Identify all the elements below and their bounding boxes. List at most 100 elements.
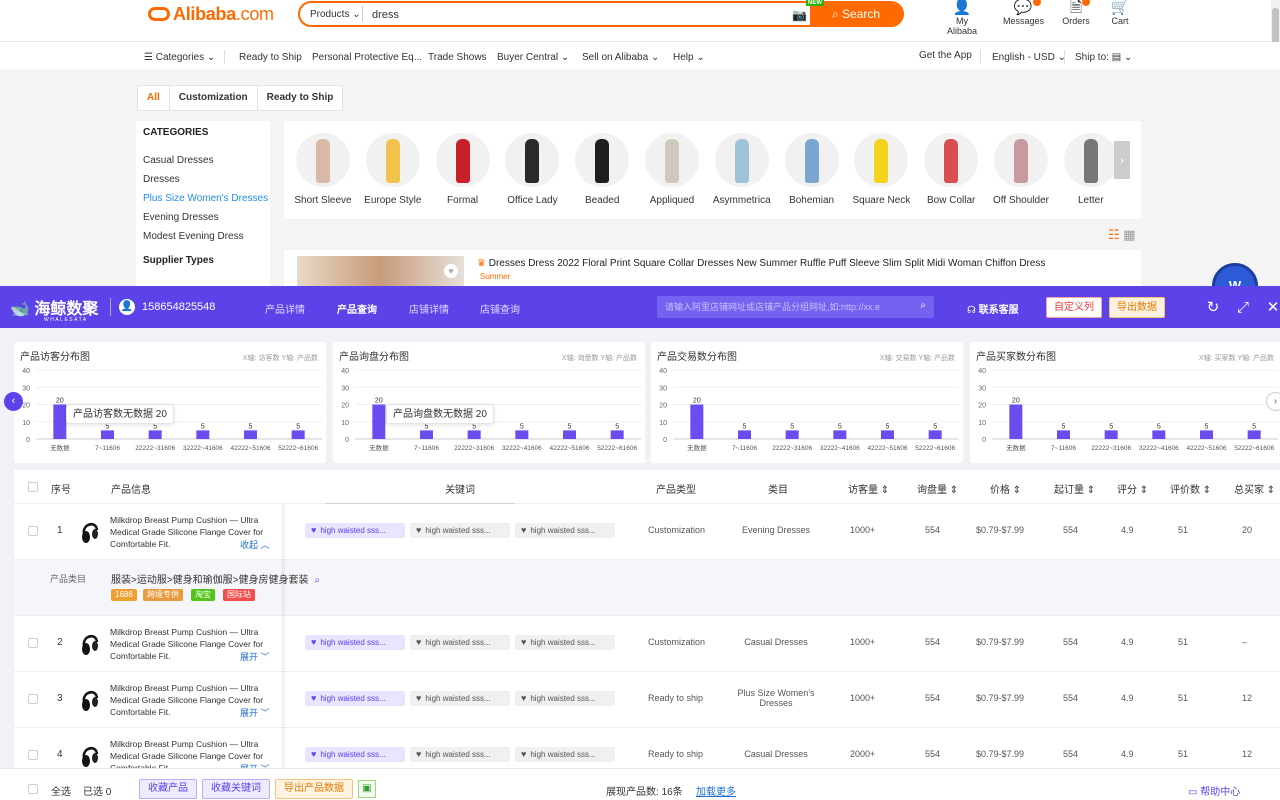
custom-columns-button[interactable]: 自定义列 (1046, 297, 1102, 318)
table-row[interactable]: 3 Milkdrop Breast Pump Cushion — Ultra Me… (14, 672, 1280, 728)
style-thumbnail[interactable] (505, 133, 560, 187)
nav-ppe[interactable]: Personal Protective Eq... (312, 52, 422, 63)
headphone-product-image[interactable] (80, 742, 100, 768)
carousel-next-button[interactable]: › (1114, 141, 1130, 179)
chart-bar[interactable] (563, 430, 576, 439)
style-thumbnail[interactable] (645, 133, 699, 187)
col-moq[interactable]: 起订量 ⇕ (1054, 481, 1095, 496)
row-checkbox[interactable] (28, 526, 38, 536)
table-row[interactable]: 1 Milkdrop Breast Pump Cushion — Ultra Me… (14, 504, 1280, 560)
keyword-chip[interactable]: ♥ high waisted sss... (515, 635, 615, 650)
tab-product-detail[interactable]: 产品详情 (265, 301, 305, 316)
keyword-chip[interactable]: ♥ high waisted sss... (410, 747, 510, 762)
keyword-chip[interactable]: ♥ high waisted sss... (305, 523, 405, 538)
style-item[interactable]: Asymmetrica (711, 133, 773, 206)
chart-bar[interactable] (610, 430, 624, 439)
col-rating[interactable]: 评分 ⇕ (1117, 481, 1148, 496)
chart-bar[interactable] (1009, 404, 1023, 440)
nav-trade-shows[interactable]: Trade Shows (428, 52, 487, 63)
style-item[interactable]: Bohemian (781, 133, 843, 206)
style-item[interactable]: Formal (432, 133, 494, 206)
chart-bar[interactable] (1200, 430, 1213, 439)
export-products-button[interactable]: 导出产品数据 (275, 779, 353, 799)
search-input[interactable] (372, 6, 782, 24)
product-title[interactable]: ♛ Dresses Dress 2022 Floral Print Square… (477, 258, 1045, 269)
favorite-products-button[interactable]: 收藏产品 (139, 779, 197, 799)
shop-url-input[interactable] (665, 300, 905, 314)
style-thumbnail[interactable] (784, 133, 839, 187)
style-thumbnail[interactable] (1063, 133, 1118, 187)
style-item[interactable]: Off Shoulder (990, 133, 1052, 206)
image-icon[interactable]: ▣ (358, 780, 376, 798)
keyword-chip[interactable]: ♥ high waisted sss... (305, 691, 405, 706)
style-item[interactable]: Appliqued (641, 133, 703, 206)
user-account[interactable]: 158654825548 (142, 301, 215, 313)
style-thumbnail[interactable] (296, 133, 350, 187)
chart-bar[interactable] (101, 430, 114, 439)
chart-bar[interactable] (420, 430, 433, 439)
chart-bar[interactable] (1247, 430, 1261, 439)
style-item[interactable]: Office Lady (501, 133, 563, 206)
refresh-icon[interactable]: ↻ (1198, 298, 1228, 316)
chart-bar[interactable] (467, 430, 481, 439)
search-button[interactable]: ⌕ Search (810, 3, 902, 25)
chart-bar[interactable] (833, 430, 847, 439)
keyword-chip[interactable]: ♥ high waisted sss... (515, 691, 615, 706)
style-item[interactable]: Letter (1060, 133, 1122, 206)
export-data-button[interactable]: 导出数据 (1109, 297, 1165, 318)
tab-customization[interactable]: Customization (170, 86, 258, 110)
search-icon[interactable]: ⌕ (315, 575, 321, 586)
category-link-active[interactable]: Plus Size Women's Dresses (143, 193, 268, 204)
grid-view-icon[interactable]: ▦ (1123, 227, 1135, 242)
chart-bar[interactable] (372, 404, 386, 440)
keyword-chip[interactable]: ♥ high waisted sss... (410, 691, 510, 706)
cart-link[interactable]: 🛒 Cart (1106, 0, 1134, 26)
nav-ready-to-ship[interactable]: Ready to Ship (239, 52, 302, 63)
product-card[interactable]: ♥ ♛ Dresses Dress 2022 Floral Print Squa… (284, 250, 1141, 286)
help-center-link[interactable]: ▭ 帮助中心 (1188, 783, 1240, 798)
avatar[interactable]: 👤 (119, 299, 135, 315)
expand-toggle[interactable]: 展开 ﹀ (238, 650, 270, 663)
keyword-chip[interactable]: ♥ high waisted sss... (515, 747, 615, 762)
keyword-chip[interactable]: ♥ high waisted sss... (410, 635, 510, 650)
keyword-chip[interactable]: ♥ high waisted sss... (305, 747, 405, 762)
chart-bar[interactable] (244, 430, 257, 439)
category-link[interactable]: Dresses (143, 174, 180, 185)
expand-toggle[interactable]: 展开 ﹀ (238, 706, 270, 719)
my-alibaba-link[interactable]: 👤 My Alibaba (940, 0, 984, 36)
col-visitors[interactable]: 访客量 ⇕ (848, 481, 889, 496)
chart-bar[interactable] (881, 430, 894, 439)
row-checkbox[interactable] (28, 750, 38, 760)
camera-icon[interactable]: 📷 (792, 8, 807, 22)
keyword-chip[interactable]: ♥ high waisted sss... (515, 523, 615, 538)
nav-get-app[interactable]: Get the App (919, 50, 972, 61)
chart-bar[interactable] (53, 404, 67, 440)
style-item[interactable]: Short Sleeve (292, 133, 354, 206)
contact-service-button[interactable]: ☊ 联系客服 (967, 301, 1019, 316)
tab-shop-query[interactable]: 店铺查询 (480, 301, 520, 316)
chart-bar[interactable] (148, 430, 162, 439)
product-image[interactable] (297, 256, 464, 286)
chart-prev-button[interactable]: ‹ (4, 392, 23, 411)
nav-ship-to[interactable]: Ship to: ▤ ⌄ (1075, 52, 1132, 63)
chart-bar[interactable] (785, 430, 799, 439)
style-thumbnail[interactable] (854, 133, 909, 187)
style-thumbnail[interactable] (994, 133, 1048, 187)
list-view-icon[interactable]: ☷ (1108, 227, 1120, 242)
expand-toggle[interactable]: 收起 ︿ (238, 538, 270, 551)
favorite-keywords-button[interactable]: 收藏关键词 (202, 779, 270, 799)
chart-bar[interactable] (928, 430, 942, 439)
chart-bar[interactable] (1057, 430, 1070, 439)
style-thumbnail[interactable] (575, 133, 630, 187)
style-thumbnail[interactable] (924, 133, 979, 187)
keyword-chip[interactable]: ♥ high waisted sss... (410, 523, 510, 538)
table-row[interactable]: 2 Milkdrop Breast Pump Cushion — Ultra Me… (14, 616, 1280, 672)
style-item[interactable]: Bow Collar (920, 133, 982, 206)
close-icon[interactable]: ✕ (1258, 298, 1280, 316)
nav-language[interactable]: English - USD ⌄ (992, 52, 1066, 63)
style-thumbnail[interactable] (365, 133, 420, 187)
chart-bar[interactable] (196, 430, 210, 439)
tab-shop-detail[interactable]: 店铺详情 (409, 301, 449, 316)
nav-buyer-central[interactable]: Buyer Central ⌄ (497, 52, 569, 63)
keyword-chip[interactable]: ♥ high waisted sss... (305, 635, 405, 650)
